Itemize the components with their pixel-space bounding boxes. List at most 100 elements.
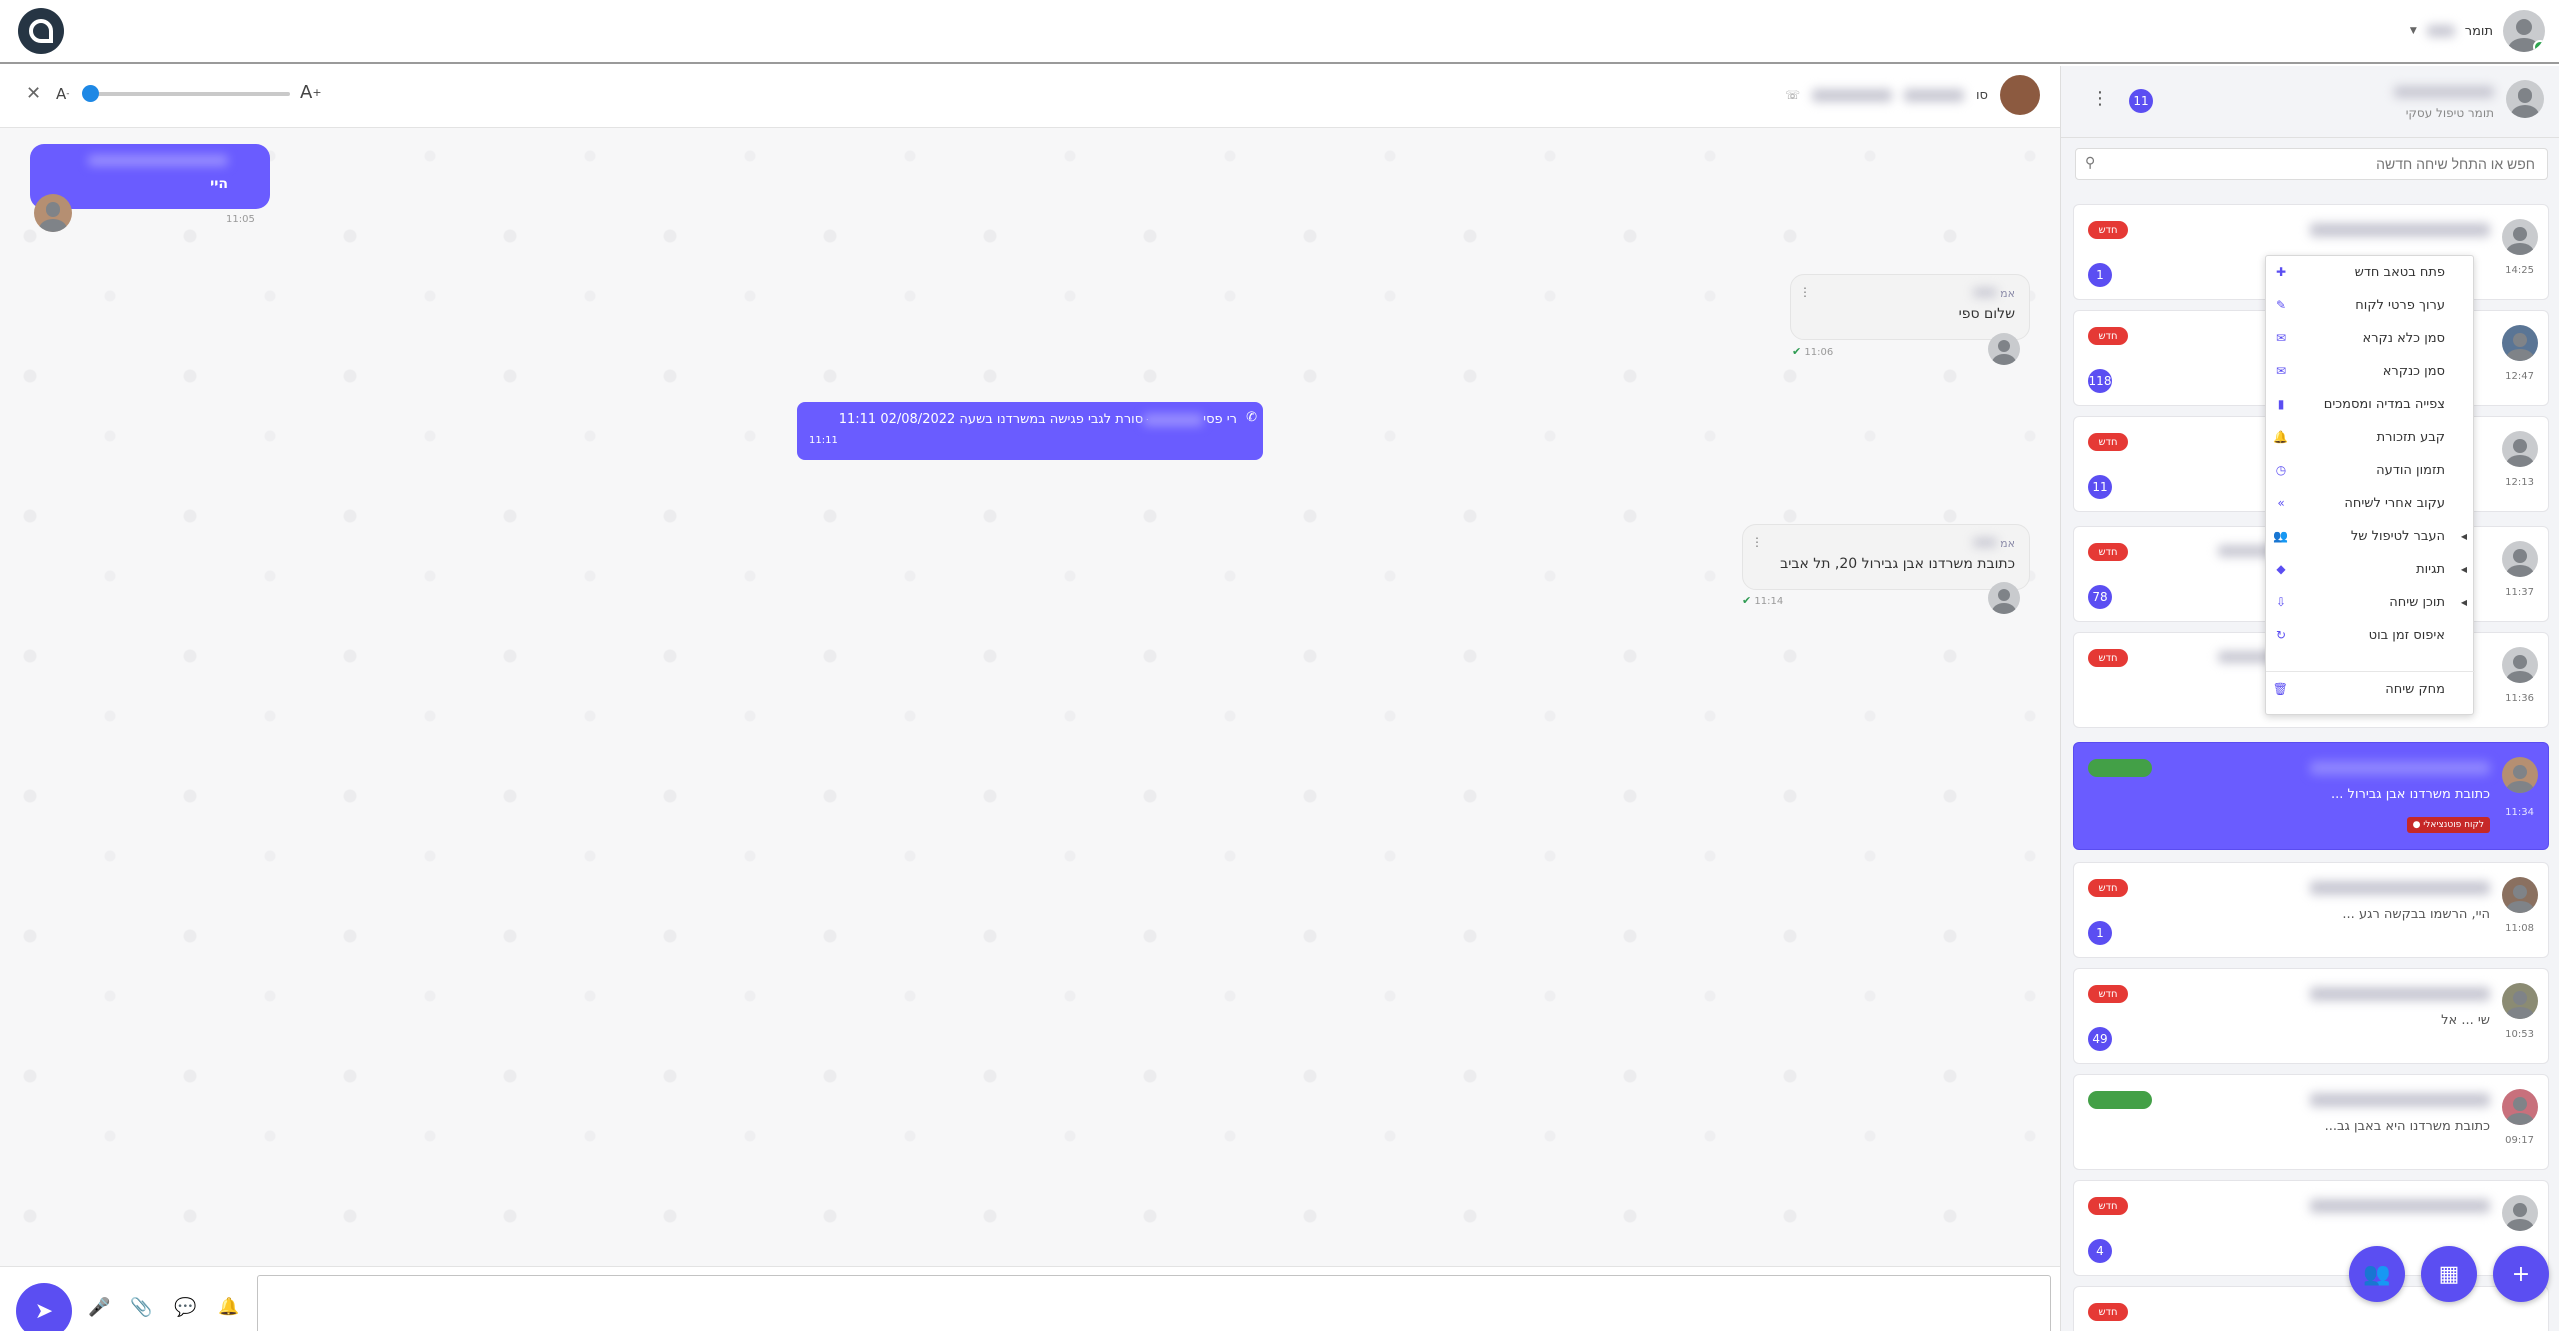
conversation-time: 11:34 — [2505, 807, 2534, 818]
message-options-icon[interactable]: ⋮ — [1799, 285, 1811, 299]
menu-item-open-new-tab[interactable]: ✚ פתח בטאב חדש — [2264, 256, 2473, 288]
user-avatar[interactable] — [2503, 10, 2545, 52]
delivered-check-icon: ✔ — [1742, 594, 1752, 607]
close-icon[interactable]: ✕ — [26, 83, 41, 104]
user-menu[interactable]: תומר ▼ — [2410, 10, 2545, 52]
conversation-name-blurred — [2310, 1199, 2490, 1213]
agent-name-blurred — [2394, 86, 2494, 98]
menu-item-edit-customer[interactable]: ✎ ערוך פרטי לקוח — [2264, 289, 2473, 321]
chevron-down-icon[interactable]: ▼ — [2410, 26, 2417, 36]
conversation-preview: כתובת משרדנו היא באבן גב... — [2324, 1119, 2490, 1134]
new-badge: חדש — [2088, 327, 2128, 345]
attachment-icon[interactable]: 📎 — [130, 1297, 152, 1318]
unread-count-badge: 11 — [2088, 475, 2112, 499]
conversation-card[interactable]: היי, הרשמו בבקשה רגע ... 11:08 חדש 1 — [2073, 862, 2549, 958]
chat-area: ✕ A- A + סו ☏ היי 11:05 אמ שלום ספי ⋮ ✔ 1… — [0, 66, 2060, 1331]
contact-avatar[interactable] — [2000, 75, 2040, 115]
users-icon: 👥 — [2273, 529, 2288, 543]
conversation-avatar — [2502, 647, 2538, 683]
phone-icon: ☏ — [1785, 88, 1801, 102]
send-button[interactable]: ➤ — [16, 1283, 72, 1331]
font-size-slider-thumb[interactable] — [82, 85, 99, 102]
font-size-slider[interactable] — [86, 92, 290, 96]
chevron-left-icon: ◀ — [2460, 597, 2467, 607]
menu-item-follow-conversation[interactable]: » עקוב אחרי לשיחה — [2264, 487, 2473, 519]
unread-count-badge: 49 — [2088, 1027, 2112, 1051]
message-input[interactable] — [257, 1275, 2051, 1331]
refresh-icon: ↻ — [2275, 628, 2287, 642]
conversation-time: 14:25 — [2505, 265, 2534, 276]
conversation-preview: היי, הרשמו בבקשה רגע ... — [2342, 907, 2490, 922]
menu-item-mark-unread[interactable]: ✉ סמן כלא נקרא — [2264, 322, 2473, 354]
plus-icon: ✚ — [2275, 265, 2287, 279]
conversation-avatar — [2502, 325, 2538, 361]
download-icon: ⇩ — [2275, 595, 2287, 609]
conversation-time: 11:08 — [2505, 923, 2534, 934]
menu-item-mark-read[interactable]: ✉ סמן כנקרא — [2264, 355, 2473, 387]
bell-icon: 🔔 — [2273, 430, 2288, 444]
menu-item-delete-conversation[interactable]: 🗑 מחק שיחה — [2264, 673, 2473, 705]
font-decrease-button[interactable]: A- — [56, 85, 70, 103]
conversation-name-blurred — [2310, 1093, 2490, 1107]
new-badge: חדש — [2088, 433, 2128, 451]
more-options-icon[interactable]: ⋮ — [2091, 88, 2109, 109]
contact-name-blurred — [1904, 88, 1965, 102]
message-options-icon[interactable]: ⋮ — [1751, 535, 1763, 549]
conversation-time: 11:36 — [2505, 693, 2534, 704]
unread-count-badge: 1 — [2088, 921, 2112, 945]
bell-icon[interactable]: 🔔 — [218, 1297, 239, 1317]
message-time: 11:11 — [809, 435, 838, 446]
new-conversation-button[interactable]: + — [2493, 1246, 2549, 1302]
online-status-icon — [2533, 40, 2545, 52]
search-icon: ⚲ — [2085, 155, 2096, 171]
message-sender-blurred — [88, 155, 228, 166]
conversation-time: 10:53 — [2505, 1029, 2534, 1040]
new-badge: חדש — [2088, 649, 2128, 667]
message-bubble[interactable]: אמ שלום ספי ⋮ — [1790, 274, 2030, 340]
unread-count-badge: 118 — [2088, 369, 2112, 393]
new-group-button[interactable]: 👥 — [2349, 1246, 2405, 1302]
conversation-avatar — [2502, 877, 2538, 913]
menu-item-reset-bot-time[interactable]: ↻ איפוס זמן בוט — [2264, 619, 2473, 651]
conversation-preview: שי ... אל — [2441, 1013, 2490, 1028]
conversation-card[interactable]: כתובת משרדנו היא באבן גב... 09:17 — [2073, 1074, 2549, 1170]
new-badge: חדש — [2088, 985, 2128, 1003]
conversation-card[interactable]: שי ... אל 10:53 חדש 49 — [2073, 968, 2549, 1064]
trash-icon: 🗑 — [2272, 682, 2288, 696]
conversation-card[interactable]: חדש — [2073, 1286, 2549, 1331]
user-name-blurred — [2426, 25, 2455, 37]
menu-item-conversation-content[interactable]: ⇩ ◀ תוכן שיחה — [2264, 586, 2473, 618]
message-text: שלום ספי — [1958, 306, 2015, 322]
export-button[interactable]: ▦ — [2421, 1246, 2477, 1302]
message-status: ✔ 11:06 — [1792, 345, 1834, 358]
unread-count-badge: 78 — [2088, 585, 2112, 609]
sidebar-header: תומר טיפול עסקי ⋮ 11 — [2061, 66, 2559, 138]
conversation-avatar — [2502, 757, 2538, 793]
font-increase-button[interactable]: A + — [300, 82, 322, 103]
agent-avatar[interactable] — [2506, 80, 2544, 118]
quick-reply-icon[interactable]: 💬 — [174, 1297, 196, 1318]
envelope-open-icon: ✉ — [2275, 364, 2287, 378]
add-group-icon: 👥 — [2363, 1261, 2391, 1287]
search-input[interactable] — [2075, 148, 2548, 180]
contact-phone-blurred — [1812, 88, 1893, 102]
menu-item-schedule-message[interactable]: ◷ תזמון הודעה — [2264, 454, 2473, 486]
app-logo[interactable] — [18, 8, 64, 54]
conversation-time: 11:37 — [2505, 587, 2534, 598]
new-badge: חדש — [2088, 221, 2128, 239]
message-bubble[interactable]: אמ כתובת משרדנו אבן גבירול 20, תל אביב ⋮ — [1742, 524, 2030, 590]
menu-item-tags[interactable]: ◆ ◀ תגיות — [2264, 553, 2473, 585]
conversation-card-active[interactable]: כתובת משרדנו אבן גבירול ... ● לקוח פוטנצ… — [2073, 742, 2549, 850]
message-time: 11:05 — [226, 214, 255, 225]
conversation-avatar — [2502, 219, 2538, 255]
chat-contact-header[interactable]: סו ☏ — [1785, 75, 2040, 115]
menu-item-set-reminder[interactable]: 🔔 קבע תזכורת — [2264, 421, 2473, 453]
chevron-left-icon: ◀ — [2460, 564, 2467, 574]
conversation-card[interactable]: חדש 4 — [2073, 1180, 2549, 1276]
status-badge — [2088, 759, 2152, 777]
message-bubble[interactable]: רי פסיּסורת לגבי פגישה במשרדנו בשעה 02/0… — [797, 402, 1263, 460]
conversation-name-blurred — [2310, 223, 2490, 237]
menu-item-view-media[interactable]: ▮ צפייה במדיה ומסמכים — [2264, 388, 2473, 420]
menu-item-transfer-to[interactable]: 👥 ◀ העבר לטיפול של — [2264, 520, 2473, 552]
microphone-icon[interactable]: 🎤 — [88, 1297, 110, 1318]
